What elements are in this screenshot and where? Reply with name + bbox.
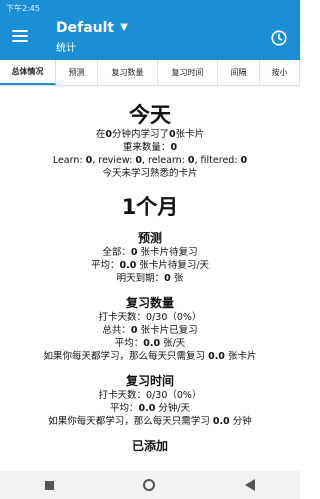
tab-review-time[interactable]: 复习时间 <box>158 60 218 85</box>
today-mature: 今天未学习熟悉的卡片 <box>102 168 198 179</box>
today-heading: 今天 <box>129 103 171 127</box>
status-bar: 下午2:45 <box>0 0 300 16</box>
stats-content[interactable]: 今天 在0分钟内学习了0张卡片 重来数量：0 Learn: 0, review:… <box>0 86 300 471</box>
review-time-days: 打卡天数：0/30（0%） <box>98 390 202 401</box>
review-count-heading: 复习数量 <box>125 296 174 310</box>
back-icon[interactable] <box>245 479 256 491</box>
deck-name: Default <box>56 20 115 36</box>
review-count-average: 平均：0.0 张/天 <box>114 338 186 349</box>
review-time-average: 平均：0.0 分钟/天 <box>109 403 191 414</box>
today-breakdown: Learn: 0, review: 0, relearn: 0, filtere… <box>52 155 248 166</box>
tab-hourly[interactable]: 按小 <box>260 60 300 85</box>
clock-icon[interactable] <box>270 29 288 47</box>
hamburger-icon[interactable] <box>12 30 28 42</box>
caret-down-icon: ▼ <box>120 21 128 33</box>
status-time: 下午2:45 <box>6 4 40 13</box>
review-count-if-daily: 如果你每天都学习，那么每天只需复习 0.0 张卡片 <box>43 351 257 362</box>
recent-apps-icon[interactable] <box>44 480 54 490</box>
system-nav-bar <box>0 471 300 499</box>
home-icon[interactable] <box>143 479 156 491</box>
today-studied: 在0分钟内学习了0张卡片 <box>95 129 205 140</box>
forecast-heading: 预测 <box>137 231 162 245</box>
review-time-if-daily: 如果你每天都学习，那么每天只需学习 0.0 分钟 <box>48 416 252 427</box>
review-count-total: 总共：0 张卡片已复习 <box>102 325 198 336</box>
review-time-heading: 复习时间 <box>125 374 174 388</box>
review-count-days: 打卡天数：0/30（0%） <box>98 312 202 323</box>
forecast-total: 全部：0 张卡片待复习 <box>102 247 198 258</box>
screen-subtitle: 统计 <box>56 43 76 54</box>
forecast-tomorrow: 明天到期：0 张 <box>116 273 184 284</box>
tab-forecast[interactable]: 预测 <box>56 60 98 85</box>
deck-selector[interactable]: Default ▼ <box>56 20 128 36</box>
forecast-average: 平均：0.0 张卡片待复习/天 <box>90 260 210 271</box>
stats-tab-bar: 总体情况 预测 复习数量 复习时间 间隔 按小 <box>0 60 300 86</box>
tab-overview[interactable]: 总体情况 <box>0 60 56 85</box>
added-heading: 已添加 <box>131 439 168 453</box>
app-bar: Default ▼ 统计 <box>0 16 300 60</box>
tab-intervals[interactable]: 间隔 <box>218 60 260 85</box>
today-relearn: 重来数量：0 <box>122 142 178 153</box>
month-heading: 1个月 <box>121 195 179 219</box>
tab-review-count[interactable]: 复习数量 <box>98 60 158 85</box>
